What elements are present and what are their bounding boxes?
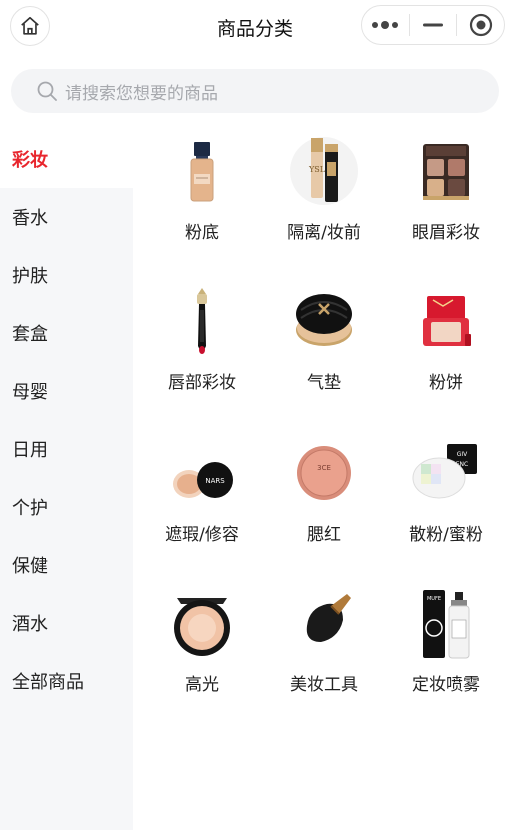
eyeshadow-palette-icon [423, 144, 469, 200]
sidebar-item-perfume[interactable]: 香水 [0, 188, 133, 246]
sidebar-item-skincare[interactable]: 护肤 [0, 246, 133, 304]
minus-icon [423, 23, 443, 27]
cushion-compact-icon [296, 294, 352, 346]
setting-spray-icon: MUFE [423, 590, 470, 659]
category-item-lip[interactable]: 唇部彩妆 [140, 280, 260, 420]
sidebar-item-makeup[interactable]: 彩妆 [0, 130, 133, 188]
sidebar-item-liquor[interactable]: 酒水 [0, 594, 133, 652]
mini-program-capsule [361, 5, 505, 45]
blush-compact-icon: 3CE [297, 446, 351, 500]
sidebar-item-personal-care[interactable]: 个护 [0, 478, 133, 536]
category-item-setting-spray[interactable]: MUFE 定妆喷雾 [384, 582, 504, 722]
primer-tube-icon: YSL [290, 137, 358, 205]
close-button[interactable] [457, 6, 504, 44]
category-item-primer[interactable]: YSL 隔离/妆前 [262, 130, 382, 270]
category-label: 眼眉彩妆 [412, 223, 480, 243]
loose-powder-icon: GIV ENC [412, 444, 477, 499]
category-label: 定妆喷雾 [412, 675, 480, 695]
minimize-button[interactable] [410, 6, 457, 44]
category-label: 粉饼 [429, 373, 463, 393]
sidebar-item-all-products[interactable]: 全部商品 [0, 652, 133, 710]
concealer-jar-icon: NARS [173, 462, 233, 498]
header-bar: 商品分类 [0, 0, 510, 52]
category-item-pressed-powder[interactable]: 粉饼 [384, 280, 504, 420]
svg-text:NARS: NARS [205, 477, 225, 485]
svg-text:3CE: 3CE [317, 464, 331, 472]
category-item-makeup-tools[interactable]: 美妆工具 [262, 582, 382, 722]
svg-text:MUFE: MUFE [427, 596, 441, 602]
category-label: 散粉/蜜粉 [409, 525, 483, 545]
makeup-brush-icon [306, 594, 351, 642]
sidebar-item-health[interactable]: 保健 [0, 536, 133, 594]
search-bar[interactable]: 请搜索您想要的商品 [11, 69, 499, 113]
sidebar-item-gift-sets[interactable]: 套盒 [0, 304, 133, 362]
category-item-cushion[interactable]: 气垫 [262, 280, 382, 420]
svg-text:GIV: GIV [457, 451, 468, 458]
category-item-concealer[interactable]: NARS 遮瑕/修容 [140, 432, 260, 572]
category-item-highlighter[interactable]: 高光 [140, 582, 260, 722]
category-item-eye-brow[interactable]: 眼眉彩妆 [384, 130, 504, 270]
svg-text:YSL: YSL [308, 165, 326, 174]
search-icon [37, 81, 57, 101]
more-dots-icon [372, 21, 399, 29]
category-item-loose-powder[interactable]: GIV ENC 散粉/蜜粉 [384, 432, 504, 572]
search-placeholder: 请搜索您想要的商品 [65, 83, 218, 104]
pressed-powder-icon [423, 296, 471, 346]
foundation-bottle-icon [190, 142, 214, 202]
category-item-blush[interactable]: 3CE 腮红 [262, 432, 382, 572]
category-item-foundation[interactable]: 粉底 [140, 130, 260, 270]
more-button[interactable] [362, 6, 409, 44]
target-close-icon [469, 13, 492, 37]
highlighter-compact-icon [174, 598, 230, 656]
category-sidebar: 彩妆 香水 护肤 套盒 母婴 日用 个护 保健 酒水 全部商品 [0, 130, 133, 830]
sidebar-item-daily-use[interactable]: 日用 [0, 420, 133, 478]
lipstick-icon [197, 288, 207, 354]
sidebar-item-mother-baby[interactable]: 母婴 [0, 362, 133, 420]
